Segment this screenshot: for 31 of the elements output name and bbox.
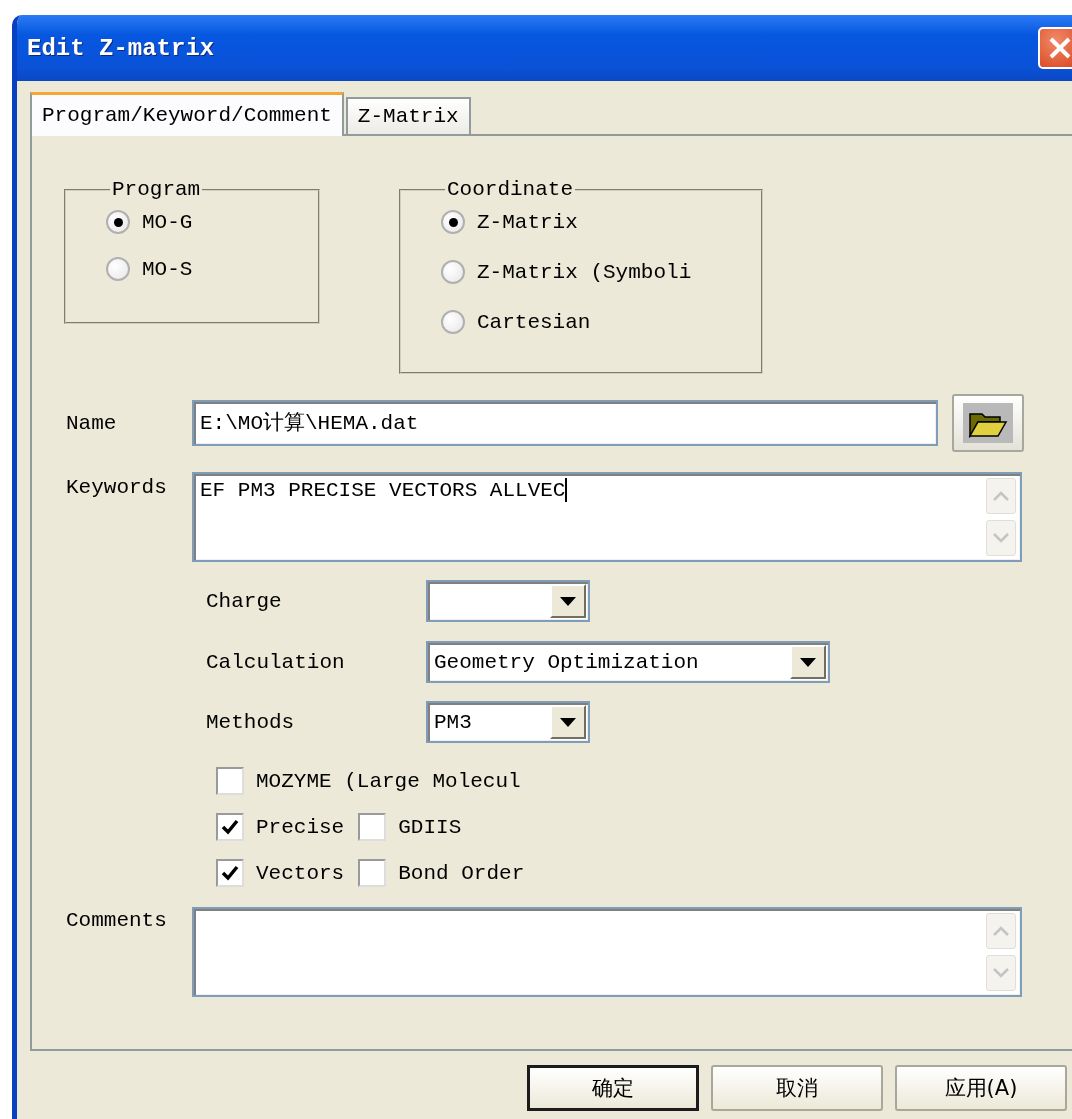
group-title: Program: [111, 178, 202, 201]
radio-label: MO-G: [142, 210, 193, 234]
dialog-button[interactable]: 确定: [527, 1065, 699, 1111]
keywords-field[interactable]: EF PM3 PRECISE VECTORS ALLVEC: [192, 472, 1022, 562]
dialog-button[interactable]: 取消: [711, 1065, 883, 1111]
radio-label: MO-S: [142, 257, 193, 281]
radio-label: Z-Matrix: [477, 210, 578, 234]
dropdown-field[interactable]: PM3: [426, 701, 590, 743]
checkbox-label: Precise: [256, 815, 345, 839]
name-field[interactable]: E:\MO计算\HEMA.dat: [192, 400, 938, 446]
field-label: Name: [65, 411, 118, 435]
window-title: Edit Z-matrix: [27, 34, 215, 62]
field-label: Calculation: [205, 650, 346, 674]
dropdown-value: Geometry Optimization: [434, 650, 700, 674]
field-label: Comments: [65, 908, 168, 932]
checkbox-label: GDIIS: [398, 815, 462, 839]
field-label: Methods: [205, 710, 296, 734]
keywords-text: EF PM3 PRECISE VECTORS ALLVEC: [200, 478, 566, 502]
field-label: Charge: [205, 589, 283, 613]
dialog-button[interactable]: 应用(A): [895, 1065, 1067, 1111]
tab[interactable]: Z-Matrix: [345, 97, 471, 134]
radio-label: Z-Matrix (Symboli: [477, 260, 692, 284]
checkbox-label: MOZYME (Large Molecul: [256, 769, 521, 793]
checkbox-label: Bond Order: [398, 861, 525, 885]
checkbox-label: Vectors: [256, 861, 345, 885]
field-label: Keywords: [65, 475, 168, 499]
group-title: Coordinate: [446, 178, 575, 201]
radio-label: Cartesian: [477, 310, 591, 334]
tab[interactable]: Program/Keyword/Comment: [30, 92, 344, 136]
dropdown-field[interactable]: Geometry Optimization: [426, 641, 830, 683]
dropdown-value: PM3: [434, 710, 473, 734]
